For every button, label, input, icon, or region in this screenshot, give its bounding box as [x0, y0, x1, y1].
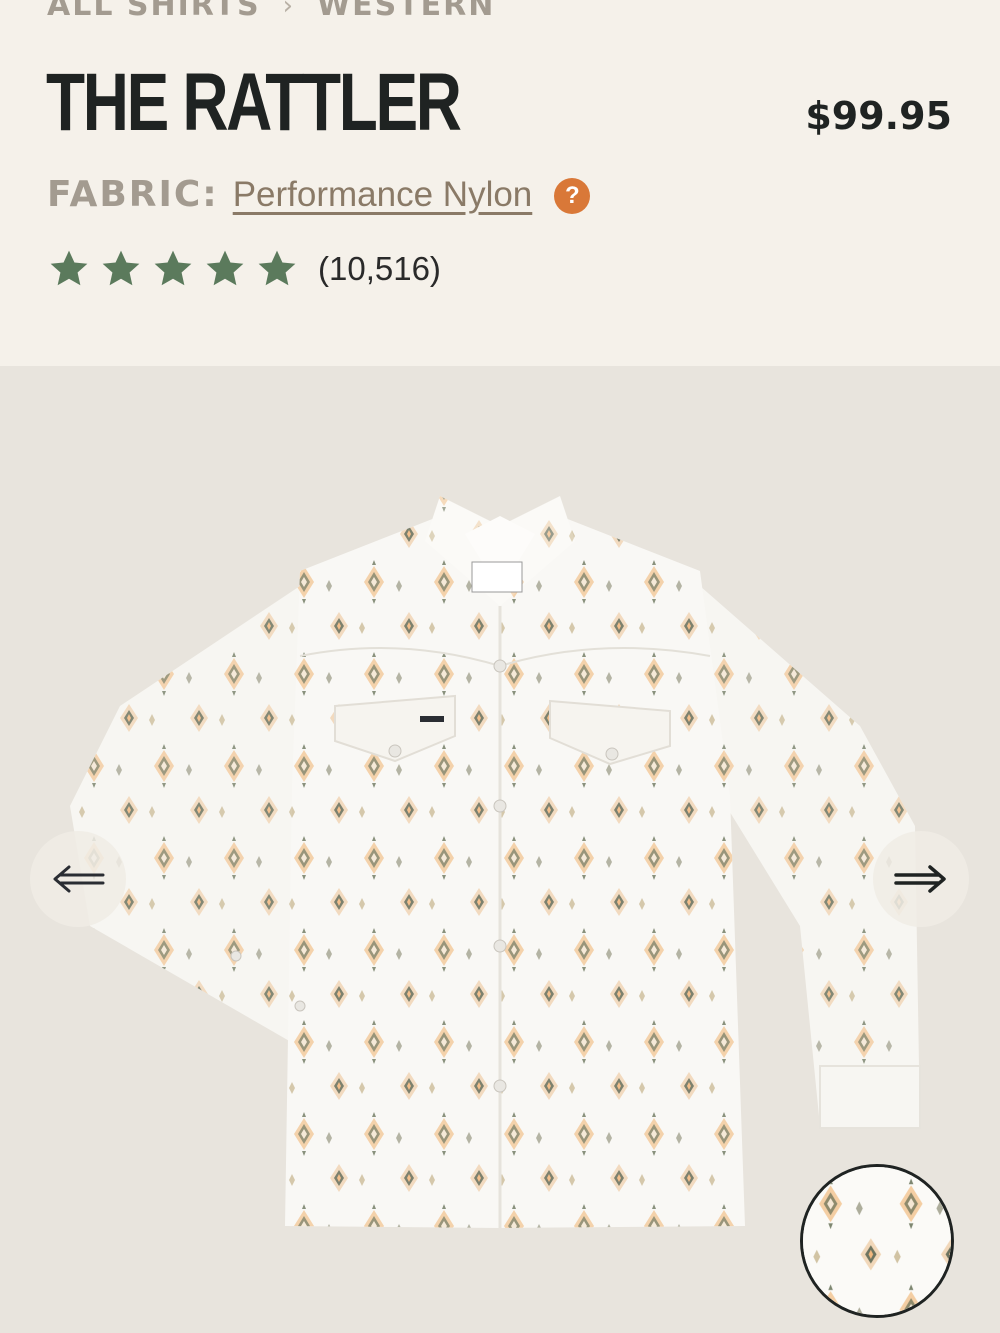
breadcrumb: ALL SHIRTS › WESTERN [47, 0, 495, 23]
star-icon [258, 250, 296, 286]
arrow-left-icon [53, 865, 105, 893]
breadcrumb-item-western[interactable]: WESTERN [317, 0, 495, 23]
star-rating [48, 248, 298, 290]
star-icon [154, 250, 192, 286]
rating-row[interactable]: (10,516) [48, 248, 441, 290]
star-icon [102, 250, 140, 286]
fabric-label: FABRIC: [47, 174, 219, 215]
arrow-right-icon [894, 865, 946, 893]
fabric-row: FABRIC: Performance Nylon ? [47, 174, 591, 215]
chevron-right-icon: › [282, 0, 295, 21]
next-image-button[interactable] [873, 831, 969, 927]
previous-image-button[interactable] [30, 831, 126, 927]
product-title: THE RATTLER [46, 57, 462, 148]
fabric-swatch-thumbnail[interactable] [800, 1164, 954, 1318]
fabric-link[interactable]: Performance Nylon [233, 175, 533, 215]
product-header: ALL SHIRTS › WESTERN THE RATTLER $99.95 … [0, 0, 1000, 366]
star-icon [206, 250, 244, 286]
fabric-swatch-image [803, 1167, 951, 1315]
product-gallery [0, 366, 1000, 1333]
product-price: $99.95 [805, 94, 952, 138]
star-icon [50, 250, 88, 286]
breadcrumb-item-all-shirts[interactable]: ALL SHIRTS [47, 0, 261, 23]
help-icon[interactable]: ? [554, 177, 591, 214]
review-count[interactable]: (10,516) [318, 250, 441, 288]
